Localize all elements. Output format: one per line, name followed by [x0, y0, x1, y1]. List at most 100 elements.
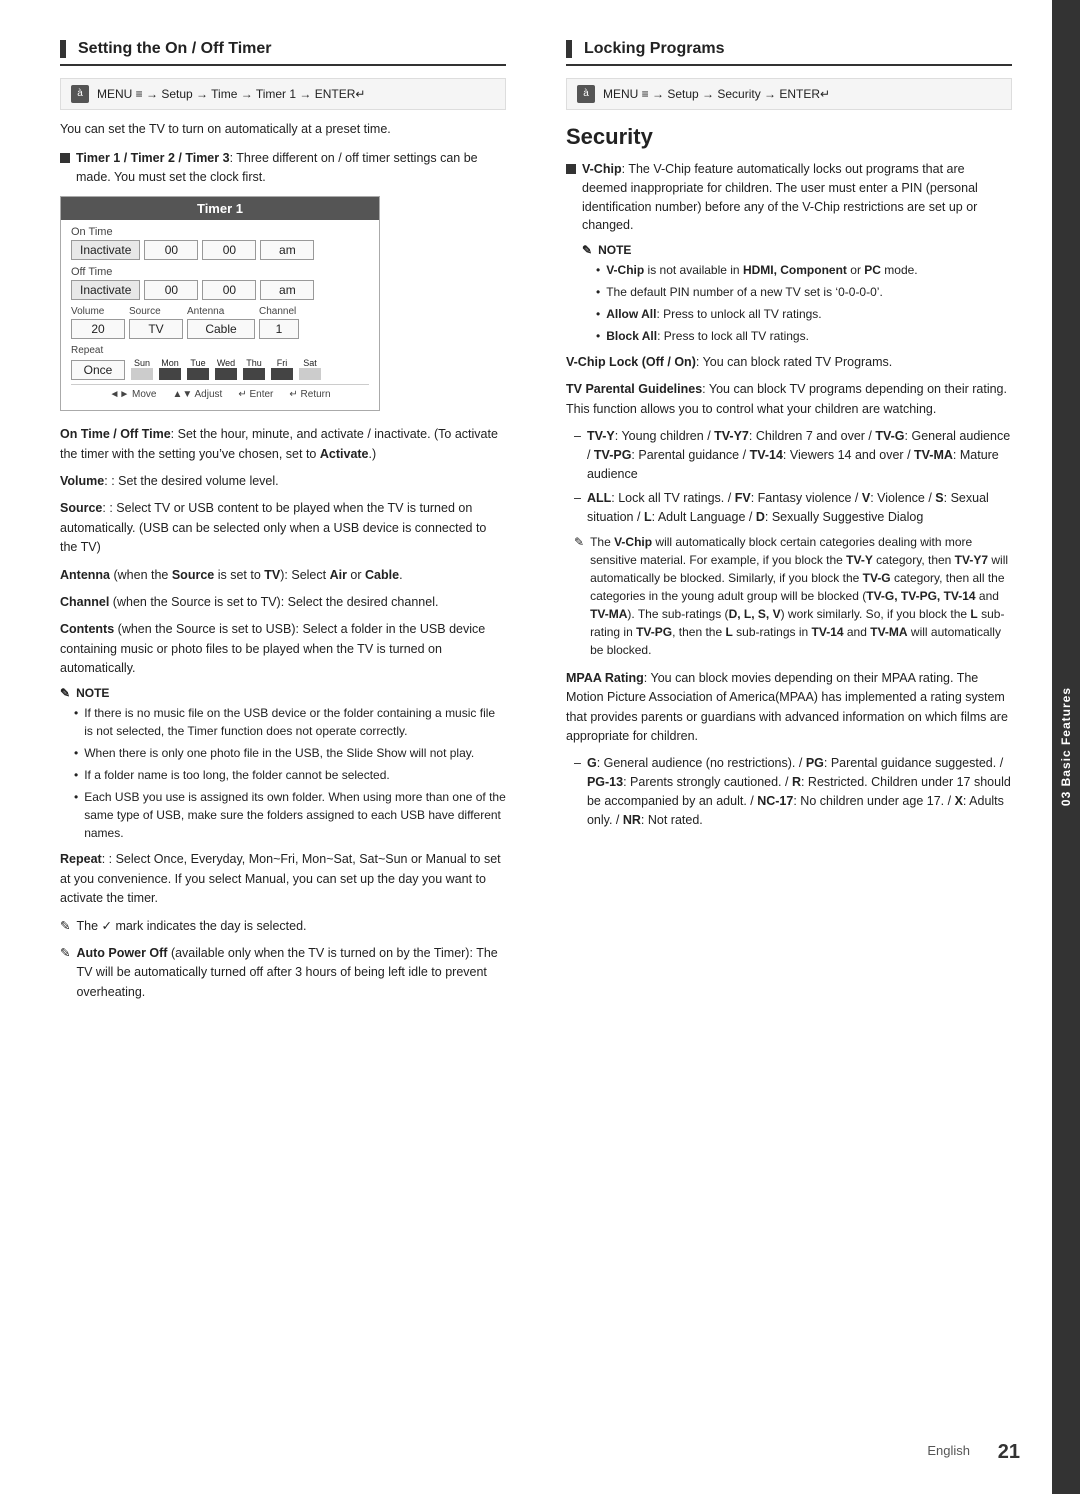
sidebar-tab: 03 Basic Features [1052, 0, 1080, 1494]
antenna-val: Cable [187, 319, 255, 339]
source-desc-text: : Select TV or USB content to be played … [60, 501, 486, 554]
note-bullet-2: • [74, 744, 78, 762]
on-min: 00 [202, 240, 256, 260]
activate-word: Activate [320, 447, 369, 461]
day-sun-label: Sun [129, 358, 155, 368]
day-thu-label: Thu [241, 358, 267, 368]
right-note-section: ✎ NOTE • V-Chip is not available in HDMI… [582, 243, 1012, 345]
left-menu-path-text: MENU ≡ → Setup → Time → Timer 1 → ENTER↵ [97, 87, 365, 101]
page-lang: English [927, 1443, 970, 1458]
day-wed-label: Wed [213, 358, 239, 368]
right-note-text-2: The default PIN number of a new TV set i… [606, 283, 883, 301]
right-note-3: • Allow All: Press to unlock all TV rati… [596, 305, 1012, 323]
channel-header: Channel [259, 306, 299, 317]
timer-body: On Time Inactivate 00 00 am Off Time Ina… [61, 220, 379, 410]
right-note-4: • Block All: Press to lock all TV rating… [596, 327, 1012, 345]
source-desc-label: Source [60, 501, 102, 515]
vchip-auto-text: The V-Chip will automatically block cert… [590, 533, 1012, 659]
timer-nav: ◄► Move ▲▼ Adjust ↵ Enter ↵ Return [71, 384, 369, 404]
menu-icon: à [71, 85, 89, 103]
volume-desc-block: Volume: : Set the desired volume level. [60, 472, 506, 491]
vchip-lock-desc: : You can block rated TV Programs. [696, 355, 892, 369]
dash-text-1: TV-Y: Young children / TV-Y7: Children 7… [587, 427, 1012, 483]
contents-desc-block: Contents (when the Source is set to USB)… [60, 620, 506, 678]
on-off-end: .) [369, 447, 377, 461]
right-section-title: Locking Programs [566, 40, 1012, 66]
day-sat: Sat [297, 358, 323, 380]
pencil-icon: ✎ [60, 686, 70, 700]
right-note-bullet-3: • [596, 305, 600, 323]
source-val: TV [129, 319, 183, 339]
pencil-icon-2: ✎ [60, 917, 70, 936]
antenna-header: Antenna [187, 306, 255, 317]
left-title-text: Setting the On / Off Timer [78, 40, 272, 58]
source-desc-block: Source: : Select TV or USB content to be… [60, 499, 506, 557]
auto-power-text: Auto Power Off (available only when the … [76, 944, 506, 1002]
bullet-icon [60, 153, 70, 163]
note-text-1: If there is no music file on the USB dev… [84, 704, 506, 740]
day-mon: Mon [157, 358, 183, 380]
note-text-3: If a folder name is too long, the folder… [84, 766, 390, 784]
vchip-auto-note: ✎ The V-Chip will automatically block ce… [574, 533, 1012, 659]
note-item-2: • When there is only one photo file in t… [74, 744, 506, 762]
tv-parental-label: TV Parental Guidelines [566, 382, 702, 396]
channel-desc-block: Channel (when the Source is set to TV): … [60, 593, 506, 612]
left-note-section: ✎ NOTE • If there is no music file on th… [60, 686, 506, 842]
vchip-bullet-icon [566, 164, 576, 174]
day-mon-box [159, 368, 181, 380]
repeat-desc-block: Repeat: : Select Once, Everyday, Mon~Fri… [60, 850, 506, 908]
checkmark-text: The ✓ mark indicates the day is selected… [76, 917, 306, 936]
on-time-label: On Time [71, 226, 369, 238]
timer-bullet-text: Timer 1 / Timer 2 / Timer 3: Three diffe… [76, 149, 506, 187]
page-number: 21 [998, 1441, 1020, 1464]
volume-desc-label: Volume [60, 474, 104, 488]
note-item-4: • Each USB you use is assigned its own f… [74, 788, 506, 842]
vchip-label: V-Chip [582, 162, 622, 176]
left-column: Setting the On / Off Timer à MENU ≡ → Se… [60, 40, 526, 1454]
vchip-text: V-Chip: The V-Chip feature automatically… [582, 160, 1012, 235]
right-note-1: • V-Chip is not available in HDMI, Compo… [596, 261, 1012, 279]
security-heading: Security [566, 124, 1012, 150]
left-menu-path: à MENU ≡ → Setup → Time → Timer 1 → ENTE… [60, 78, 506, 110]
repeat-val: Once [71, 360, 125, 380]
repeat-desc-text: : Select Once, Everyday, Mon~Fri, Mon~Sa… [60, 852, 501, 905]
right-menu-icon: à [577, 85, 595, 103]
repeat-header: Repeat [71, 345, 369, 356]
on-inactivate: Inactivate [71, 240, 140, 260]
auto-power-label: Auto Power Off [76, 946, 167, 960]
timer-label: Timer 1 / Timer 2 / Timer 3 [76, 151, 230, 165]
volume-header: Volume [71, 306, 125, 317]
dash-text-2: ALL: Lock all TV ratings. / FV: Fantasy … [587, 489, 1012, 527]
note-bullet-1: • [74, 704, 78, 740]
nav-adjust: ▲▼ Adjust [172, 389, 222, 400]
on-time-row: Inactivate 00 00 am [71, 240, 369, 260]
contents-desc-text: (when the Source is set to USB): Select … [60, 622, 485, 675]
off-time-label: Off Time [71, 266, 369, 278]
on-off-label: On Time / Off Time [60, 427, 171, 441]
note-bullet-4: • [74, 788, 78, 842]
tv-parental-block: TV Parental Guidelines: You can block TV… [566, 380, 1012, 419]
antenna-desc-block: Antenna (when the Source is set to TV): … [60, 566, 506, 585]
note-text-4: Each USB you use is assigned its own fol… [84, 788, 506, 842]
day-thu-box [243, 368, 265, 380]
on-ampm: am [260, 240, 314, 260]
timer-box: Timer 1 On Time Inactivate 00 00 am Off … [60, 196, 380, 411]
title-bar-icon [60, 40, 66, 58]
checkmark-note: ✎ The ✓ mark indicates the day is select… [60, 917, 506, 936]
pencil-icon-3: ✎ [60, 944, 70, 963]
note-item-1: • If there is no music file on the USB d… [74, 704, 506, 740]
note-header: ✎ NOTE [60, 686, 506, 700]
on-off-desc: On Time / Off Time: Set the hour, minute… [60, 425, 506, 464]
channel-desc-label: Channel [60, 595, 109, 609]
off-inactivate: Inactivate [71, 280, 140, 300]
day-fri: Fri [269, 358, 295, 380]
vchip-lock-block: V-Chip Lock (Off / On): You can block ra… [566, 353, 1012, 372]
day-fri-box [271, 368, 293, 380]
nav-move: ◄► Move [109, 389, 156, 400]
right-menu-path: à MENU ≡ → Setup → Security → ENTER↵ [566, 78, 1012, 110]
day-mon-label: Mon [157, 358, 183, 368]
antenna-desc-label: Antenna [60, 568, 110, 582]
right-note-text-4: Block All: Press to lock all TV ratings. [606, 327, 809, 345]
off-time-row: Inactivate 00 00 am [71, 280, 369, 300]
day-sat-label: Sat [297, 358, 323, 368]
